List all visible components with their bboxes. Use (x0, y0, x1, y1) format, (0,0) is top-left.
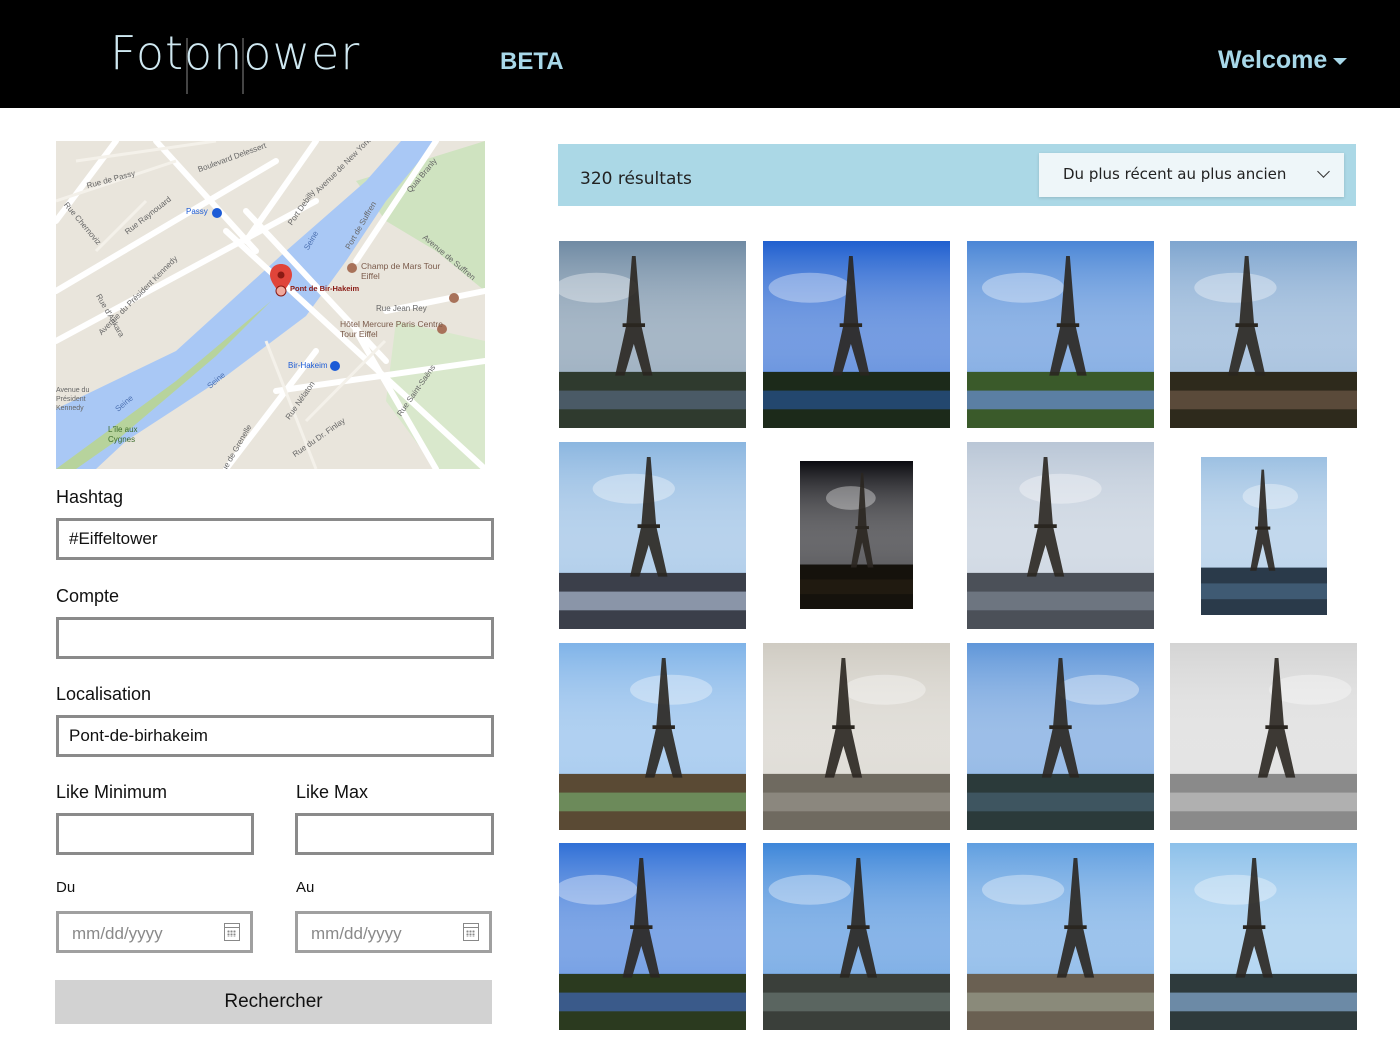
photo-thumbnail[interactable] (559, 643, 746, 830)
date-to-placeholder: mm/dd/yyyy (311, 924, 402, 943)
map-label-ile-aux-cygnes: L'île aux Cygnes (108, 425, 138, 444)
location-map[interactable]: Boulevard Delessert Rue de Passy Rue Ray… (56, 141, 485, 469)
compte-label: Compte (56, 586, 120, 606)
photo-thumbnail[interactable] (800, 461, 913, 609)
photo-thumbnail[interactable] (1201, 457, 1327, 615)
hashtag-input[interactable] (56, 518, 494, 560)
date-from-input[interactable]: mm/dd/yyyy (56, 911, 253, 953)
results-bar: 320 résultats Du plus récent au plus anc… (558, 144, 1356, 206)
map-label-bir-hakeim: Bir-Hakeim (288, 361, 328, 370)
photo-thumbnail[interactable] (1170, 241, 1357, 428)
photo-thumbnail[interactable] (1170, 843, 1357, 1030)
map-label-champ-de-mars: Champ de Mars Tour Eiffel (361, 261, 441, 281)
hashtag-label: Hashtag (56, 487, 124, 507)
logo[interactable]: Fotonower (110, 26, 360, 80)
photo-thumbnail[interactable] (1170, 643, 1357, 830)
map-pin-label: Pont de Bir-Hakeim (290, 284, 360, 293)
welcome-menu[interactable]: Welcome (1218, 46, 1348, 75)
photo-thumbnail[interactable] (967, 643, 1154, 830)
calendar-icon[interactable] (463, 923, 479, 941)
welcome-label: Welcome (1218, 46, 1328, 74)
calendar-icon[interactable] (224, 923, 240, 941)
photo-thumbnail[interactable] (763, 643, 950, 830)
like-max-input[interactable] (295, 813, 494, 855)
localisation-label: Localisation (56, 684, 152, 704)
map-label-kennedy: Avenue du Président Kennedy (56, 387, 90, 412)
sort-dropdown[interactable]: Du plus récent au plus ancien (1039, 153, 1344, 197)
like-max-label: Like Max (296, 782, 369, 802)
compte-input[interactable] (56, 617, 494, 659)
photo-thumbnail[interactable] (559, 442, 746, 629)
date-from-placeholder: mm/dd/yyyy (72, 924, 163, 943)
photo-thumbnail[interactable] (763, 241, 950, 428)
date-to-input[interactable]: mm/dd/yyyy (295, 911, 492, 953)
localisation-input[interactable] (56, 715, 494, 757)
date-from-label: Du (56, 879, 76, 896)
photo-thumbnail[interactable] (967, 442, 1154, 629)
map-label-passy: Passy (186, 207, 208, 216)
map-label-hotel-mercure: Hôtel Mercure Paris Centre Tour Eiffel (340, 319, 443, 339)
search-button[interactable]: Rechercher (55, 980, 492, 1024)
map-label-rue-jean-rey: Rue Jean Rey (376, 304, 427, 313)
caret-down-icon (1333, 57, 1348, 65)
top-bar: Fotonower BETA Welcome (0, 0, 1400, 108)
like-min-label: Like Minimum (56, 782, 168, 802)
photo-thumbnail[interactable] (559, 843, 746, 1030)
photo-thumbnail[interactable] (559, 241, 746, 428)
sort-selected-value: Du plus récent au plus ancien (1063, 165, 1287, 183)
photo-thumbnail[interactable] (967, 241, 1154, 428)
beta-label: BETA (500, 48, 564, 75)
photo-thumbnail[interactable] (967, 843, 1154, 1030)
results-count: 320 résultats (580, 169, 692, 189)
date-to-label: Au (296, 879, 315, 896)
like-min-input[interactable] (56, 813, 254, 855)
chevron-down-icon (1317, 165, 1330, 178)
photo-thumbnail[interactable] (763, 843, 950, 1030)
